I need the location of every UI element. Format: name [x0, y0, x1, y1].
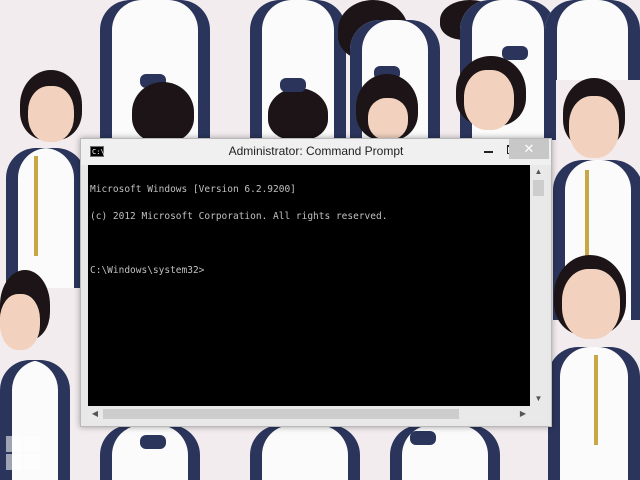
scroll-up-icon[interactable]: ▲ [530, 165, 547, 179]
scroll-left-icon[interactable]: ◀ [88, 406, 102, 422]
scroll-down-icon[interactable]: ▼ [530, 392, 547, 406]
close-button[interactable]: ✕ [509, 139, 549, 159]
wallpaper-figure [80, 425, 560, 480]
console-line: (c) 2012 Microsoft Corporation. All righ… [90, 211, 388, 222]
console-output[interactable]: Microsoft Windows [Version 6.2.9200] (c)… [88, 165, 530, 406]
command-prompt-window[interactable]: C:\ Administrator: Command Prompt ✕ Micr… [80, 138, 552, 427]
wallpaper-figure [90, 0, 220, 142]
windows-logo-watermark [6, 436, 42, 472]
title-bar[interactable]: C:\ Administrator: Command Prompt ✕ [81, 139, 551, 165]
wallpaper-figure [548, 255, 640, 480]
minimize-icon [483, 151, 493, 153]
close-icon: ✕ [523, 141, 535, 156]
scroll-right-icon[interactable]: ▶ [516, 406, 530, 422]
vertical-scrollbar[interactable]: ▲ ▼ [530, 165, 547, 406]
wallpaper-figure [0, 60, 90, 288]
horizontal-scroll-thumb[interactable] [103, 409, 459, 419]
horizontal-scrollbar[interactable]: ◀ ▶ [88, 406, 530, 422]
wallpaper-figure [330, 0, 450, 140]
wallpaper-figure [440, 0, 560, 140]
console-line: Microsoft Windows [Version 6.2.9200] [90, 184, 296, 195]
resize-grip[interactable] [530, 406, 547, 422]
vertical-scroll-thumb[interactable] [533, 180, 544, 196]
console-prompt[interactable]: C:\Windows\system32> [90, 266, 530, 276]
desktop: C:\ Administrator: Command Prompt ✕ Micr… [0, 0, 640, 480]
minimize-button[interactable] [475, 139, 501, 159]
